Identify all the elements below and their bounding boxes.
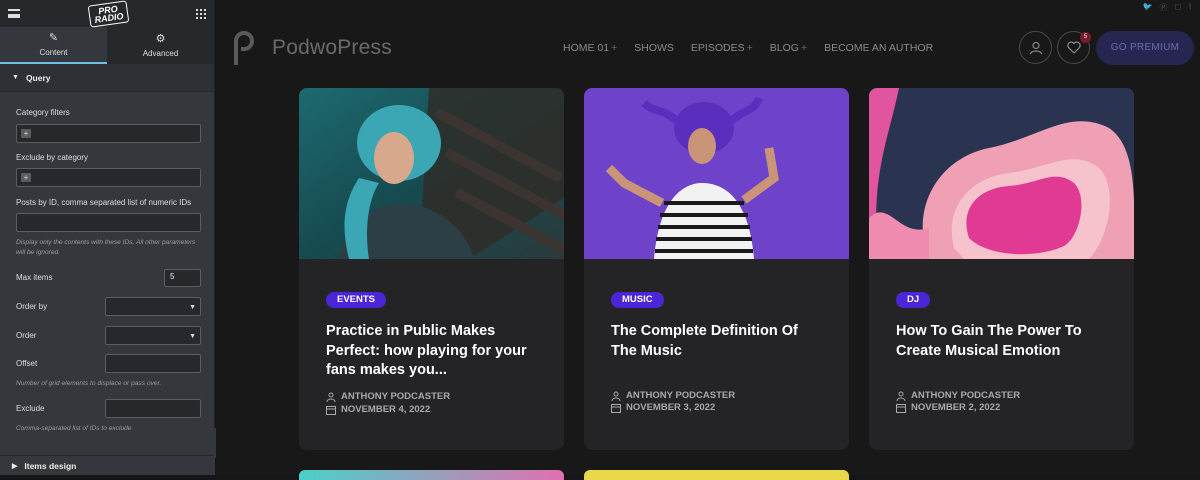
post-card-partial[interactable] (584, 470, 849, 480)
caret-right-icon: ▶ (12, 462, 18, 470)
post-thumbnail-image[interactable] (869, 88, 1134, 259)
exclude-by-category-label: Exclude by category (16, 153, 89, 162)
pinterest-icon[interactable]: Ⓟ (1159, 2, 1167, 13)
calendar-icon (611, 403, 621, 413)
panel-body: ▼ Query Category filters + Exclude by ca… (0, 64, 214, 464)
main-nav: HOME 01 + SHOWS EPISODES + BLOG + BECOME AN… (563, 42, 933, 54)
category-badge[interactable]: EVENTS (326, 292, 387, 308)
section-items-design-label: Items design (24, 460, 77, 471)
post-card-partial[interactable] (299, 470, 564, 480)
author-name: ANTHONY PODCASTER (626, 390, 736, 401)
offset-help: Number of grid elements to displace or p… (16, 380, 162, 387)
plus-icon[interactable]: + (21, 129, 31, 138)
posts-by-id-help: Display only the contents with these IDs… (16, 239, 196, 256)
section-items-design-header[interactable]: ▶ Items design (0, 455, 215, 475)
heart-icon (1066, 41, 1081, 54)
podwopress-logo-icon[interactable] (232, 31, 256, 65)
dropdown-arrow-icon: ▼ (189, 333, 196, 340)
user-account-button[interactable] (1019, 31, 1052, 64)
offset-label: Offset (16, 359, 38, 368)
order-by-label: Order by (16, 302, 48, 311)
gear-icon: ⚙ (155, 32, 166, 45)
section-query-header[interactable]: ▼ Query (0, 64, 214, 92)
tab-content[interactable]: ✎ Content (0, 27, 107, 64)
post-author[interactable]: ANTHONY PODCASTER (896, 390, 1020, 401)
nav-item-shows[interactable]: SHOWS (634, 42, 674, 54)
rss-icon[interactable]: ⌇ (1188, 2, 1192, 13)
post-thumbnail-image[interactable] (584, 88, 849, 259)
post-date: NOVEMBER 4, 2022 (326, 404, 430, 415)
caret-down-icon: ▼ (12, 74, 19, 81)
nav-item-become-author[interactable]: BECOME AN AUTHOR (824, 42, 933, 54)
category-filters-input[interactable]: + (16, 124, 201, 143)
post-author[interactable]: ANTHONY PODCASTER (326, 391, 450, 402)
pencil-icon: ✎ (48, 31, 59, 44)
posts-by-id-label: Posts by ID, comma separated list of num… (16, 198, 192, 207)
category-badge[interactable]: DJ (896, 292, 931, 308)
category-filters-label: Category filters (16, 108, 70, 117)
social-links: 🐦 Ⓟ ◻ ⌇ (1142, 2, 1192, 13)
post-author[interactable]: ANTHONY PODCASTER (611, 390, 735, 401)
category-badge[interactable]: MUSIC (611, 292, 664, 308)
post-date: NOVEMBER 3, 2022 (611, 402, 715, 413)
post-card[interactable]: EVENTS Practice in Public Makes Perfect:… (299, 88, 564, 450)
instagram-icon[interactable]: ◻ (1174, 2, 1181, 13)
post-card[interactable]: MUSIC The Complete Definition Of The Mus… (584, 88, 849, 450)
post-thumbnail-image[interactable] (299, 88, 564, 259)
date-text: NOVEMBER 4, 2022 (341, 404, 431, 415)
favorites-count-badge: 5 (1080, 32, 1091, 43)
panel-header: PRO RADIO (0, 0, 214, 28)
post-title[interactable]: The Complete Definition Of The Music (611, 322, 826, 361)
menu-icon[interactable] (8, 9, 20, 18)
nav-item-blog[interactable]: BLOG + (770, 42, 807, 54)
dropdown-arrow-icon: ▼ (189, 304, 196, 311)
exclude-by-category-input[interactable]: + (16, 168, 201, 187)
exclude-input[interactable] (105, 399, 201, 418)
order-label: Order (16, 331, 37, 340)
posts-by-id-input[interactable] (16, 213, 201, 232)
order-select[interactable]: ▼ (105, 326, 201, 345)
user-icon (611, 391, 621, 401)
editor-panel: PRO RADIO ✎ Content ⚙ Advanced ▼ Query Ca… (0, 0, 215, 475)
calendar-icon (326, 405, 336, 415)
calendar-icon (896, 403, 906, 413)
pro-radio-logo: PRO RADIO (87, 0, 129, 28)
exclude-label: Exclude (16, 404, 45, 413)
site-preview: 🐦 Ⓟ ◻ ⌇ PodwoPress HOME 01 + SHOWS EPISOD… (216, 0, 1200, 480)
post-title[interactable]: How To Gain The Power To Create Musical … (896, 322, 1111, 361)
go-premium-button[interactable]: GO PREMIUM (1096, 31, 1194, 65)
order-by-select[interactable]: ▼ (105, 297, 201, 316)
user-icon (326, 392, 336, 402)
site-brand[interactable]: PodwoPress (272, 36, 392, 60)
apps-grid-icon[interactable] (196, 8, 206, 19)
max-items-label: Max items (16, 273, 53, 282)
tab-advanced[interactable]: ⚙ Advanced (107, 27, 214, 64)
author-name: ANTHONY PODCASTER (341, 391, 451, 402)
user-icon (1029, 41, 1042, 54)
date-text: NOVEMBER 3, 2022 (626, 402, 716, 413)
date-text: NOVEMBER 2, 2022 (911, 402, 1001, 413)
nav-item-episodes[interactable]: EPISODES + (691, 42, 753, 54)
tab-content-label: Content (39, 47, 68, 57)
exclude-help: Comma-separated list of IDs to exclude (16, 425, 132, 432)
post-card[interactable]: DJ How To Gain The Power To Create Music… (869, 88, 1134, 450)
twitter-icon[interactable]: 🐦 (1142, 2, 1152, 13)
tab-advanced-label: Advanced (142, 48, 179, 58)
section-query-label: Query (25, 72, 51, 83)
author-name: ANTHONY PODCASTER (911, 390, 1021, 401)
user-icon (896, 391, 906, 401)
offset-input[interactable] (105, 354, 201, 373)
plus-icon[interactable]: + (21, 173, 31, 182)
max-items-value: 5 (170, 272, 175, 281)
max-items-input[interactable]: 5 (164, 269, 201, 287)
nav-item-home[interactable]: HOME 01 + (563, 42, 617, 54)
post-date: NOVEMBER 2, 2022 (896, 402, 1000, 413)
panel-tabs: ✎ Content ⚙ Advanced (0, 27, 214, 64)
post-title[interactable]: Practice in Public Makes Perfect: how pl… (326, 322, 541, 381)
